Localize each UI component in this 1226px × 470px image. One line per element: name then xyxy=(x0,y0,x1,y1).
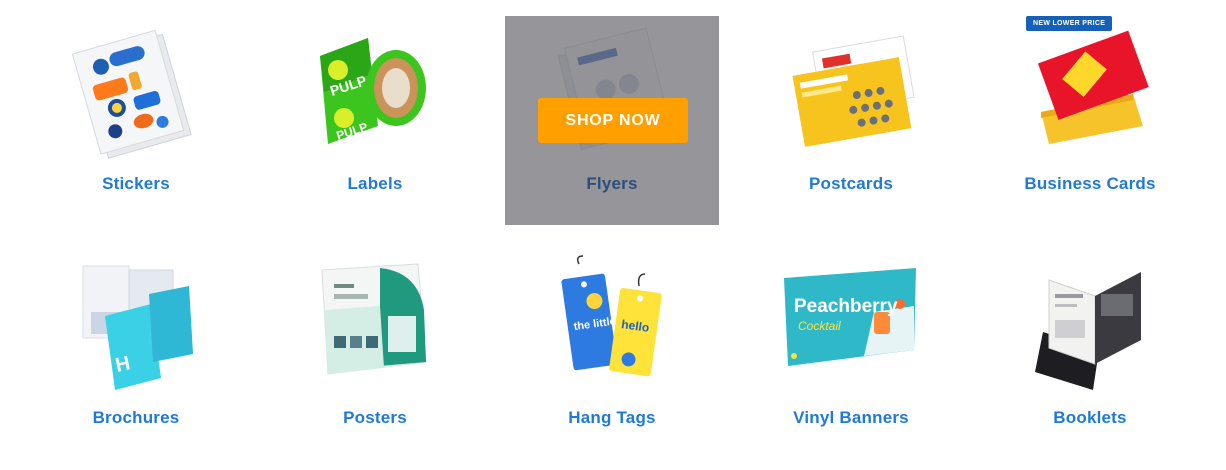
product-tile-booklets[interactable]: Booklets xyxy=(983,250,1197,459)
vinyl-banner-icon: Peachberry Cocktail xyxy=(744,250,958,400)
shop-now-button[interactable]: SHOP NOW xyxy=(538,98,688,143)
new-lower-price-badge: NEW LOWER PRICE xyxy=(1026,16,1113,31)
product-label-stickers[interactable]: Stickers xyxy=(29,174,243,194)
product-label-labels[interactable]: Labels xyxy=(268,174,482,194)
postcards-icon xyxy=(744,16,958,166)
product-label-postcards[interactable]: Postcards xyxy=(744,174,958,194)
labels-roll-icon: PULP PULP xyxy=(268,16,482,166)
product-tile-brochures[interactable]: H Brochures xyxy=(29,250,243,459)
brochures-icon: H xyxy=(29,250,243,400)
posters-icon xyxy=(268,250,482,400)
banner-subtitle-text: Cocktail xyxy=(798,319,841,333)
product-tile-labels[interactable]: PULP PULP Labels xyxy=(268,16,482,225)
product-tile-business-cards[interactable]: Business Cards xyxy=(983,16,1197,225)
stickers-icon xyxy=(29,16,243,166)
product-label-vinyl-banners[interactable]: Vinyl Banners xyxy=(744,408,958,428)
product-tile-postcards[interactable]: Postcards xyxy=(744,16,958,225)
product-label-booklets[interactable]: Booklets xyxy=(983,408,1197,428)
product-grid: Stickers PULP PULP Labels SHOP NOW Flyer… xyxy=(0,0,1226,470)
product-tile-posters[interactable]: Posters xyxy=(268,250,482,459)
product-tile-flyers[interactable]: SHOP NOW Flyers xyxy=(505,16,719,225)
product-label-flyers[interactable]: Flyers xyxy=(505,174,719,194)
product-tile-vinyl-banners[interactable]: Peachberry Cocktail Vinyl Banners xyxy=(744,250,958,459)
booklets-icon xyxy=(983,250,1197,400)
product-label-hang-tags[interactable]: Hang Tags xyxy=(505,408,719,428)
product-tile-hang-tags[interactable]: the little finch hello Hang Tags xyxy=(505,250,719,459)
product-tile-stickers[interactable]: Stickers xyxy=(29,16,243,225)
product-label-posters[interactable]: Posters xyxy=(268,408,482,428)
product-label-brochures[interactable]: Brochures xyxy=(29,408,243,428)
hang-tags-icon: the little finch hello xyxy=(505,250,719,400)
product-label-business-cards[interactable]: Business Cards xyxy=(983,174,1197,194)
banner-title-text: Peachberry xyxy=(794,296,898,317)
business-cards-icon xyxy=(983,16,1197,166)
